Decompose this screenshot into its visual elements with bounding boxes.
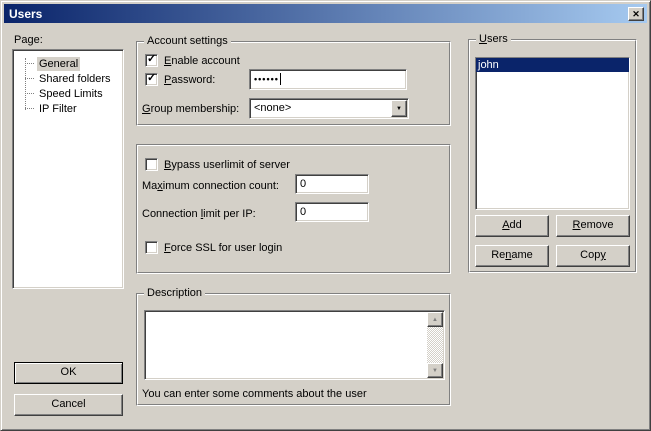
max-connection-input[interactable]: 0 xyxy=(295,174,369,194)
scroll-up-icon[interactable]: ▲ xyxy=(427,312,443,327)
group-membership-value: <none> xyxy=(254,102,291,114)
tree-item-shared-folders[interactable]: Shared folders xyxy=(15,71,113,86)
tree-item-label[interactable]: General xyxy=(37,57,80,71)
close-icon[interactable]: ✕ xyxy=(628,7,644,21)
force-ssl-row: Force SSL for user login xyxy=(145,241,282,254)
users-group-title: Users xyxy=(476,33,511,45)
cancel-button[interactable]: Cancel xyxy=(14,394,123,416)
tree-item-ip-filter[interactable]: IP Filter xyxy=(15,101,79,116)
password-row: ✓ Password: xyxy=(145,73,215,86)
max-connection-label: Maximum connection count: xyxy=(142,180,279,192)
password-checkbox[interactable]: ✓ xyxy=(145,73,158,86)
users-group: Users john Add Remove Rename Copy xyxy=(468,39,637,273)
tree-item-speed-limits[interactable]: Speed Limits xyxy=(15,86,105,101)
tree-item-label[interactable]: Shared folders xyxy=(37,72,113,86)
remove-button[interactable]: Remove xyxy=(556,215,630,237)
users-listbox[interactable]: john xyxy=(475,57,630,210)
description-scrollbar[interactable]: ▲ ▼ xyxy=(427,312,443,378)
tree-item-label[interactable]: IP Filter xyxy=(37,102,79,116)
chevron-down-icon[interactable]: ▼ xyxy=(391,100,407,117)
check-icon: ✓ xyxy=(147,72,156,85)
bypass-userlimit-label: Bypass userlimit of server xyxy=(164,159,290,171)
password-label: Password: xyxy=(164,74,215,86)
rename-button[interactable]: Rename xyxy=(475,245,549,267)
account-settings-title: Account settings xyxy=(144,35,231,47)
copy-button[interactable]: Copy xyxy=(556,245,630,267)
list-item-john[interactable]: john xyxy=(476,58,629,72)
bypass-userlimit-row: Bypass userlimit of server xyxy=(145,158,290,171)
page-tree[interactable]: General Shared folders Speed Limits IP F… xyxy=(12,49,124,289)
password-input[interactable]: •••••• xyxy=(249,69,407,90)
text-caret xyxy=(280,73,281,85)
connection-limit-ip-value: 0 xyxy=(300,206,306,218)
enable-account-row: ✓ Enable account xyxy=(145,54,240,67)
enable-account-checkbox[interactable]: ✓ xyxy=(145,54,158,67)
description-group: Description ▲ ▼ You can enter some comme… xyxy=(136,293,451,406)
group-membership-select[interactable]: <none> ▼ xyxy=(249,98,409,119)
scroll-down-icon[interactable]: ▼ xyxy=(427,363,443,378)
title-bar: Users ✕ xyxy=(4,4,647,23)
connection-limit-ip-label: Connection limit per IP: xyxy=(142,208,256,220)
password-value: •••••• xyxy=(254,74,279,84)
tree-item-label[interactable]: Speed Limits xyxy=(37,87,105,101)
users-dialog: Users ✕ Page: General Shared folders Spe… xyxy=(0,0,651,431)
force-ssl-label: Force SSL for user login xyxy=(164,242,282,254)
limits-group: Bypass userlimit of server Maximum conne… xyxy=(136,144,451,274)
description-hint: You can enter some comments about the us… xyxy=(142,388,367,400)
description-title: Description xyxy=(144,287,205,299)
group-membership-label: Group membership: xyxy=(142,103,239,115)
ok-button[interactable]: OK xyxy=(14,362,123,384)
force-ssl-checkbox[interactable] xyxy=(145,241,158,254)
connection-limit-ip-input[interactable]: 0 xyxy=(295,202,369,222)
window-title: Users xyxy=(7,7,42,21)
check-icon: ✓ xyxy=(147,53,156,66)
add-button[interactable]: Add xyxy=(475,215,549,237)
bypass-userlimit-checkbox[interactable] xyxy=(145,158,158,171)
max-connection-value: 0 xyxy=(300,178,306,190)
enable-account-label: Enable account xyxy=(164,55,240,67)
page-label: Page: xyxy=(14,34,43,46)
description-textarea[interactable]: ▲ ▼ xyxy=(144,310,445,380)
account-settings-group: Account settings ✓ Enable account ✓ Pass… xyxy=(136,41,451,126)
tree-item-general[interactable]: General xyxy=(15,56,80,71)
